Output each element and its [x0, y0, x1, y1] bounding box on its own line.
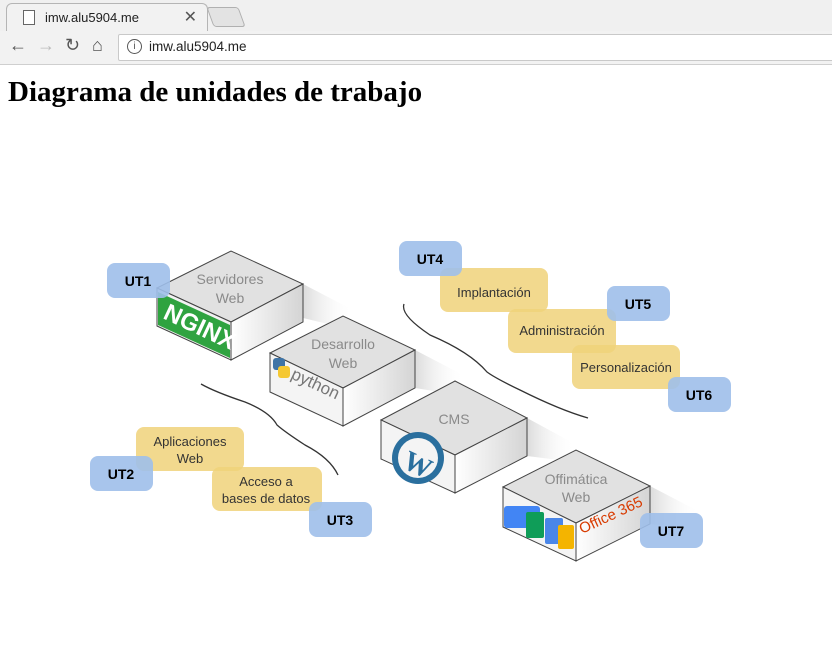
topic-label-line1: Aplicaciones	[154, 434, 227, 449]
topic-label-line2: bases de datos	[222, 491, 311, 506]
box-label-line2: Web	[329, 355, 358, 371]
topic-label-line1: Implantación	[457, 285, 531, 300]
svg-text:UT7: UT7	[658, 523, 685, 539]
svg-text:UT3: UT3	[327, 512, 354, 528]
topic-acceso-bases-datos: Acceso a bases de datos	[212, 467, 322, 511]
unit-ut6: UT6	[668, 377, 731, 412]
box-label-line1: Desarrollo	[311, 336, 375, 352]
topic-label-line2: Web	[177, 451, 204, 466]
unit-ut3: UT3	[309, 502, 372, 537]
svg-text:UT1: UT1	[125, 273, 152, 289]
unit-ut4: UT4	[399, 241, 462, 276]
topic-personalizacion: Personalización	[572, 345, 680, 389]
topic-label-line1: Personalización	[580, 360, 672, 375]
unit-ut5: UT5	[607, 286, 670, 321]
work-units-diagram: NGINX Servidores Web python Desarrollo W…	[90, 241, 731, 562]
box-label-line1: Servidores	[197, 271, 264, 287]
svg-text:UT2: UT2	[108, 466, 135, 482]
box-label-line1: Offimática	[545, 471, 608, 487]
topic-label-line1: Acceso a	[239, 474, 293, 489]
svg-text:UT6: UT6	[686, 387, 713, 403]
topic-label-line1: Administración	[519, 323, 604, 338]
svg-text:UT5: UT5	[625, 296, 652, 312]
unit-ut2: UT2	[90, 456, 153, 491]
unit-ut7: UT7	[640, 513, 703, 548]
box-label-line2: Web	[216, 290, 245, 306]
svg-text:UT4: UT4	[417, 251, 444, 267]
box-label-line1: CMS	[438, 411, 469, 427]
box-label-line2: Web	[562, 489, 591, 505]
unit-ut1: UT1	[107, 263, 170, 298]
